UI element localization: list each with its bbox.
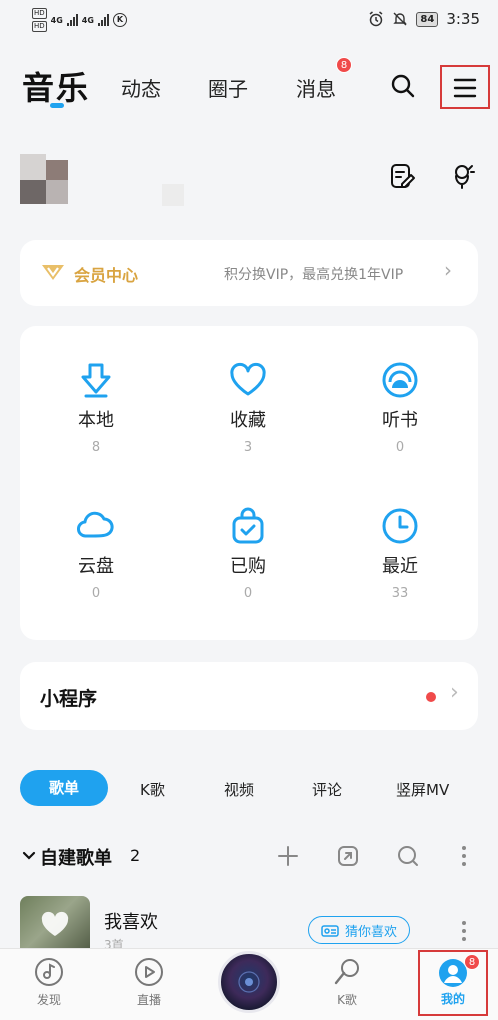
grid-label: 已购 [230, 556, 266, 577]
heart-icon [230, 362, 266, 396]
status-left: HD HD 4G 4G K [32, 8, 127, 32]
kugou-notification-icon: K [112, 13, 127, 27]
network-type-1: 4G [50, 15, 63, 25]
hd-badge-2: HD [32, 21, 47, 32]
status-right: 84 3:35 [368, 10, 480, 28]
bottom-tab-live[interactable]: 直播 [114, 957, 184, 1008]
chevron-right-icon: › [444, 258, 452, 282]
clock-icon [382, 508, 418, 544]
tab-playlists[interactable]: 歌单 [20, 770, 108, 806]
tab-ksong[interactable]: K歌 [140, 779, 165, 800]
section-title: 自建歌单 [40, 848, 112, 869]
content-tabs: 歌单 K歌 视频 评论 竖屏MV [20, 770, 490, 810]
download-icon [81, 363, 111, 398]
live-play-icon [135, 958, 163, 986]
alarm-icon [369, 11, 383, 27]
mini-programs-title: 小程序 [40, 688, 98, 710]
grid-item-cloud[interactable]: 云盘 0 [20, 506, 172, 601]
bottom-tab-label: 我的 [440, 992, 465, 1006]
grid-count: 33 [391, 586, 409, 601]
active-tab-indicator [50, 103, 64, 108]
chevron-down-icon[interactable] [22, 850, 36, 862]
cloud-icon [77, 511, 114, 538]
network-type-2: 4G [81, 15, 94, 25]
add-icon[interactable] [276, 844, 300, 868]
avatar[interactable] [20, 142, 68, 204]
search-icon[interactable] [390, 73, 416, 99]
search-icon[interactable] [396, 844, 420, 868]
grid-label: 云盘 [78, 556, 114, 577]
mic-icon[interactable] [450, 162, 478, 190]
top-navigation: 音乐 动态 圈子 消息 8 [0, 55, 498, 115]
grid-count: 0 [91, 586, 101, 601]
chevron-right-icon: › [450, 680, 459, 705]
username-blur [162, 184, 184, 206]
mine-badge: 8 [464, 954, 480, 970]
more-vertical-icon[interactable] [460, 844, 468, 868]
mute-bell-icon [393, 12, 408, 26]
guess-you-like-label: 猜你喜欢 [345, 924, 398, 940]
signal-icon-2 [97, 14, 109, 26]
battery-indicator: 84 [416, 11, 439, 27]
vip-center-card[interactable]: 会员中心 积分换VIP，最高兑换1年VIP › [20, 240, 478, 306]
grid-item-favorites[interactable]: 收藏 3 [172, 360, 324, 455]
menu-button[interactable] [440, 65, 490, 109]
status-bar: HD HD 4G 4G K 84 3:35 [0, 0, 498, 40]
bottom-tab-ksong[interactable]: K歌 [312, 957, 382, 1008]
karaoke-mic-icon [334, 959, 359, 985]
grid-item-recent[interactable]: 最近 33 [324, 506, 476, 601]
vip-center-label: 会员中心 [74, 266, 139, 285]
vip-promo-text: 积分换VIP，最高兑换1年VIP [224, 267, 404, 283]
audiobook-icon [382, 362, 418, 398]
import-icon[interactable] [336, 844, 360, 868]
grid-label: 本地 [78, 410, 114, 431]
now-playing-disc[interactable] [218, 951, 280, 1013]
grid-count: 0 [395, 440, 405, 455]
edit-note-icon[interactable] [388, 162, 416, 190]
tab-circles[interactable]: 圈子 [208, 73, 248, 102]
signal-icon [66, 14, 78, 26]
bottom-tab-label: 发现 [36, 993, 61, 1007]
section-count: 2 [130, 846, 141, 865]
heart-icon [41, 911, 69, 936]
library-grid: 本地 8 收藏 3 听书 0 云盘 0 已购 0 最近 33 [20, 326, 478, 640]
bottom-tab-label: 直播 [136, 993, 161, 1007]
music-note-disc-icon [35, 958, 63, 986]
grid-label: 听书 [382, 410, 418, 431]
red-dot-badge [426, 692, 436, 702]
vip-crown-icon [42, 265, 64, 280]
grid-label: 收藏 [230, 410, 266, 431]
tab-messages[interactable]: 消息 [296, 73, 336, 102]
tab-vertical-mv[interactable]: 竖屏MV [396, 779, 449, 800]
bottom-tab-label: K歌 [337, 993, 357, 1007]
messages-badge: 8 [336, 57, 352, 73]
hd-badge: HD [32, 8, 47, 19]
status-time: 3:35 [446, 10, 480, 28]
grid-item-local[interactable]: 本地 8 [20, 360, 172, 455]
more-vertical-icon[interactable] [460, 920, 468, 942]
hamburger-menu-icon [453, 78, 477, 98]
tab-videos[interactable]: 视频 [224, 779, 254, 800]
purchased-bag-icon [232, 507, 264, 544]
album-art-icon [238, 971, 260, 993]
playlist-cover [20, 896, 90, 956]
grid-item-purchased[interactable]: 已购 0 [172, 506, 324, 601]
grid-count: 0 [243, 586, 253, 601]
guess-you-like-button[interactable]: 猜你喜欢 [308, 916, 411, 944]
grid-item-audiobooks[interactable]: 听书 0 [324, 360, 476, 455]
playlist-name: 我喜欢 [104, 912, 158, 933]
grid-label: 最近 [382, 556, 418, 577]
tab-dynamics[interactable]: 动态 [121, 73, 161, 102]
grid-count: 3 [243, 440, 253, 455]
mini-programs-card[interactable]: 小程序 › [20, 662, 478, 730]
grid-count: 8 [91, 440, 101, 455]
self-created-playlists-header: 自建歌单 2 [20, 840, 478, 876]
bottom-tab-discover[interactable]: 发现 [14, 957, 84, 1008]
bottom-tab-mine[interactable]: 我的 8 [418, 950, 488, 1016]
tab-comments[interactable]: 评论 [312, 779, 342, 800]
radio-icon [321, 925, 339, 937]
